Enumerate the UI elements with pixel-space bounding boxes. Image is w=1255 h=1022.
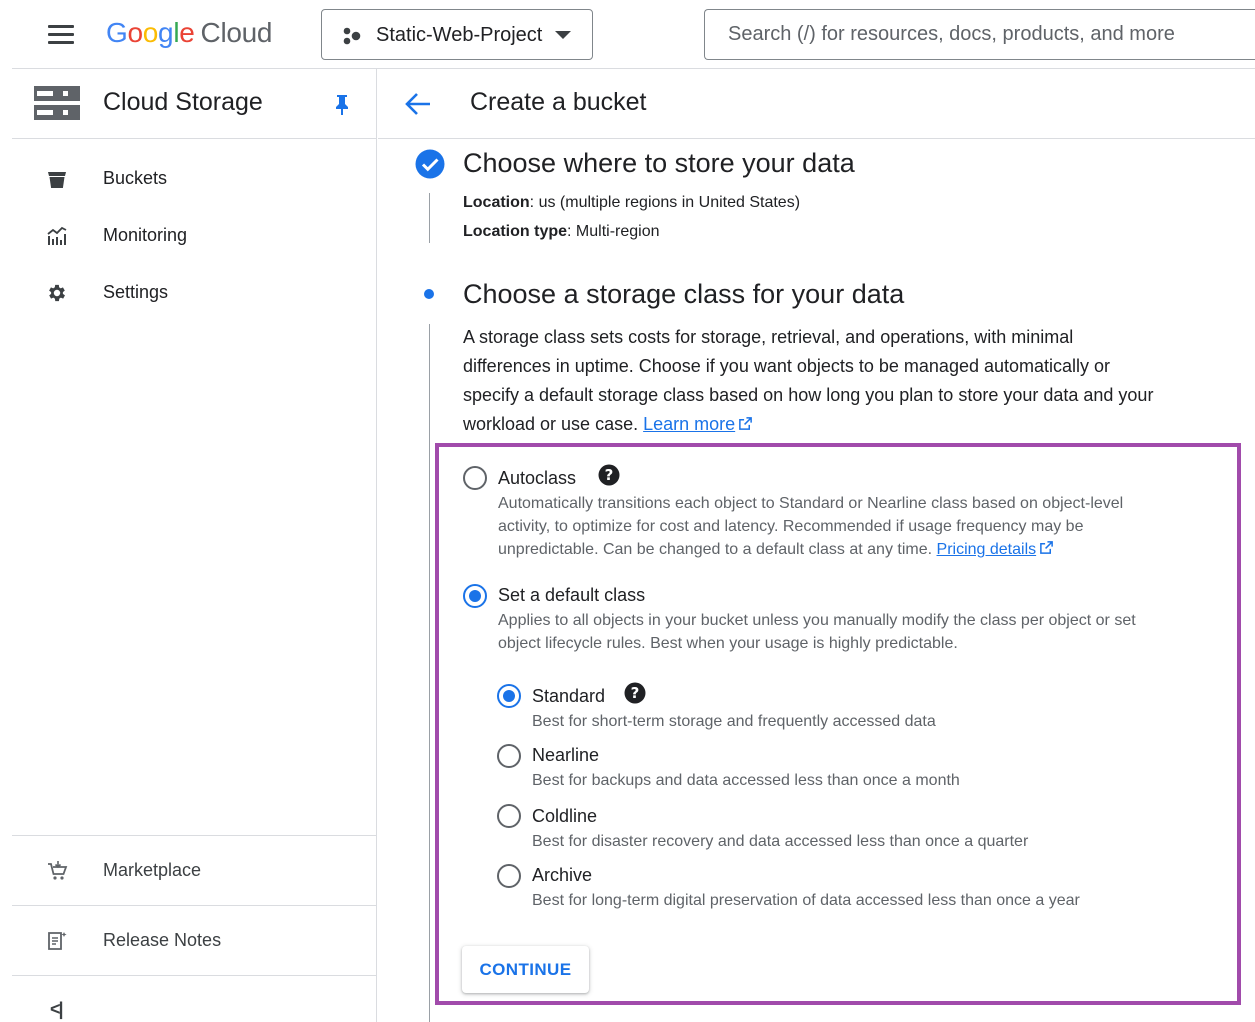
bucket-icon (48, 172, 66, 188)
external-link-icon (739, 417, 753, 430)
location-summary: Location: us (multiple regions in United… (463, 194, 801, 211)
nearline-class-radio[interactable] (497, 744, 521, 768)
archive-class-radio[interactable] (497, 864, 521, 888)
page-header: Create a bucket (378, 69, 1255, 139)
nearline-class-label[interactable]: Nearline (532, 745, 599, 766)
sidebar-item-label: Marketplace (103, 860, 202, 880)
sidebar-title: Cloud Storage (103, 88, 263, 116)
storage-class-description: A storage class sets costs for storage, … (463, 327, 1154, 434)
coldline-class-label[interactable]: Coldline (532, 806, 597, 827)
help-icon[interactable]: ? (598, 464, 620, 486)
hamburger-menu-icon[interactable] (48, 25, 74, 45)
default-class-description: Applies to all objects in your bucket un… (498, 612, 1136, 652)
page-title: Create a bucket (470, 88, 647, 116)
cloud-storage-icon (34, 86, 80, 120)
sidebar-header: Cloud Storage (12, 69, 377, 139)
sidebar: Cloud Storage Buckets Monitoring Setting… (12, 69, 377, 1022)
cart-icon (48, 861, 68, 880)
standard-class-label[interactable]: Standard (532, 686, 605, 707)
external-link-icon (1040, 541, 1053, 554)
google-cloud-logo[interactable]: Google Cloud (106, 17, 273, 49)
svg-text:?: ? (631, 684, 640, 702)
step-title-location[interactable]: Choose where to store your data (463, 148, 855, 179)
sidebar-item-marketplace[interactable]: Marketplace (12, 848, 377, 894)
default-class-label[interactable]: Set a default class (498, 585, 645, 606)
step-connector-line (429, 324, 430, 1022)
top-bar: Google Cloud Static-Web-Project (12, 0, 1255, 69)
sidebar-item-label: Monitoring (103, 225, 188, 245)
sidebar-divider (12, 905, 377, 906)
sidebar-item-label: Buckets (103, 168, 168, 188)
autoclass-description: Automatically transitions each object to… (498, 495, 1124, 558)
pin-icon[interactable] (332, 94, 352, 116)
autoclass-label[interactable]: Autoclass (498, 468, 576, 489)
sidebar-item-release-notes[interactable]: Release Notes (12, 918, 377, 964)
sidebar-item-monitoring[interactable]: Monitoring (12, 213, 377, 259)
coldline-class-radio[interactable] (497, 804, 521, 828)
collapse-sidebar-icon[interactable]: <| (50, 999, 63, 1020)
svg-text:?: ? (605, 466, 614, 484)
step-current-dot-icon (424, 289, 434, 299)
chevron-down-icon (555, 31, 571, 39)
project-icon (343, 27, 361, 45)
sidebar-divider (12, 835, 377, 836)
step-complete-check-icon (415, 149, 445, 179)
notes-icon (48, 932, 67, 950)
help-icon[interactable]: ? (624, 682, 646, 704)
standard-class-radio[interactable] (497, 684, 521, 708)
archive-class-label[interactable]: Archive (532, 865, 592, 886)
project-name: Static-Web-Project (376, 24, 543, 46)
autoclass-radio[interactable] (463, 466, 487, 490)
sidebar-item-buckets[interactable]: Buckets (12, 156, 377, 202)
gear-icon (49, 284, 65, 302)
sidebar-divider (12, 975, 377, 976)
continue-button[interactable]: CONTINUE (462, 946, 589, 993)
pricing-details-link[interactable]: Pricing details (937, 541, 1055, 558)
coldline-class-description: Best for disaster recovery and data acce… (532, 833, 1029, 850)
learn-more-link[interactable]: Learn more (643, 414, 753, 434)
sidebar-item-label: Settings (103, 282, 169, 302)
project-picker[interactable]: Static-Web-Project (321, 9, 593, 60)
sidebar-item-label: Release Notes (103, 930, 222, 950)
step-title-storage-class: Choose a storage class for your data (463, 279, 905, 309)
sidebar-item-settings[interactable]: Settings (12, 270, 377, 316)
monitoring-icon (47, 226, 67, 245)
nearline-class-description: Best for backups and data accessed less … (532, 772, 960, 789)
location-type-summary: Location type: Multi-region (463, 223, 660, 240)
search-input[interactable] (704, 9, 1255, 60)
step-connector-line (429, 193, 430, 243)
back-arrow-icon[interactable] (404, 91, 432, 117)
archive-class-description: Best for long-term digital preservation … (532, 892, 1080, 909)
standard-class-description: Best for short-term storage and frequent… (532, 713, 936, 730)
default-class-radio[interactable] (463, 584, 487, 608)
